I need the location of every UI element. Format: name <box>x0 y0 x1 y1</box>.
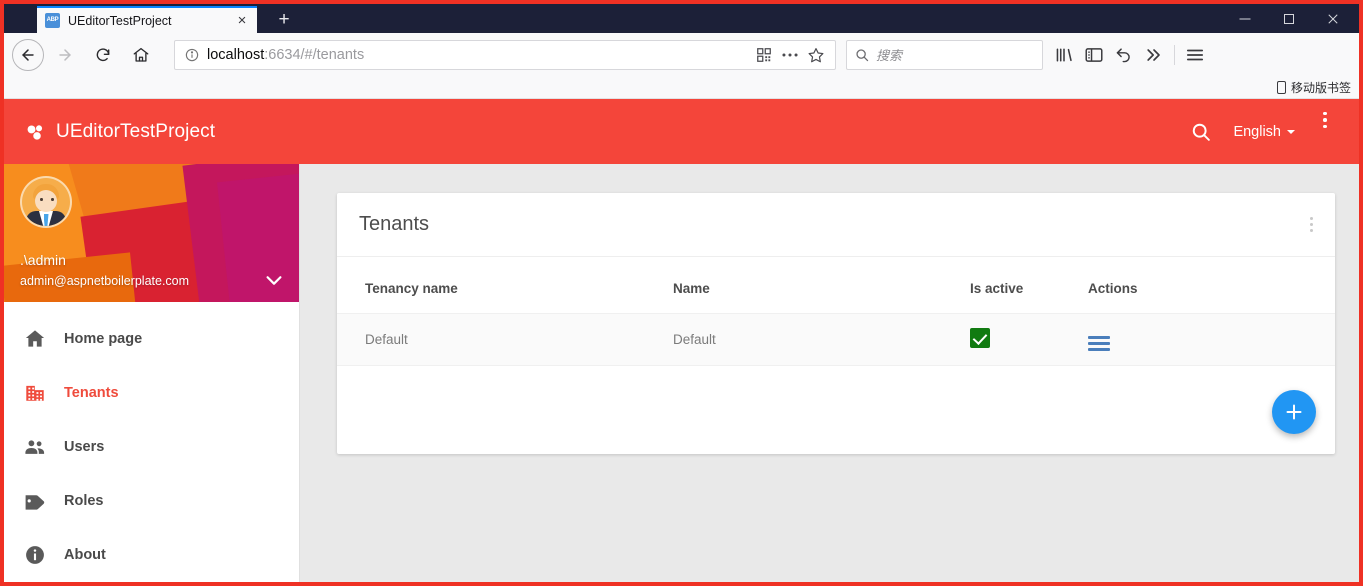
sidebar-menu: Home page Tenants Users Roles About <box>4 302 299 582</box>
undo-icon[interactable] <box>1109 40 1139 70</box>
language-selector[interactable]: English <box>1233 124 1295 140</box>
sidebar-item-label: Users <box>64 439 105 455</box>
sidebar-item-label: Roles <box>64 493 104 509</box>
add-tenant-button[interactable] <box>1272 389 1316 434</box>
browser-toolbar-end <box>1049 40 1210 70</box>
url-text[interactable]: localhost:6634/#/tenants <box>207 47 751 63</box>
sidebar-item-tenants[interactable]: Tenants <box>4 366 299 420</box>
profile-expand-button[interactable] <box>263 269 285 291</box>
back-button[interactable] <box>12 38 44 71</box>
browser-tab-title: UEditorTestProject <box>68 13 172 28</box>
page-actions-icon[interactable] <box>777 42 803 68</box>
sidebar-item-roles[interactable]: Roles <box>4 474 299 528</box>
info-icon <box>22 542 48 568</box>
overflow-chevrons-icon[interactable] <box>1139 40 1169 70</box>
minimize-button[interactable] <box>1223 4 1267 33</box>
qr-code-icon[interactable] <box>751 42 777 68</box>
window-controls <box>1223 4 1355 33</box>
sidebar-profile[interactable]: .\admin admin@aspnetboilerplate.com <box>4 164 299 302</box>
bookmark-star-icon[interactable] <box>803 42 829 68</box>
profile-bg-shape <box>217 166 299 302</box>
maximize-button[interactable] <box>1267 4 1311 33</box>
library-icon[interactable] <box>1049 40 1079 70</box>
browser-navbar: localhost:6634/#/tenants 搜索 <box>4 33 1359 76</box>
new-tab-button[interactable]: + <box>272 9 296 31</box>
browser-tab[interactable]: ABP UEditorTestProject × <box>37 6 257 33</box>
sidebar-item-home-page[interactable]: Home page <box>4 312 299 366</box>
sidebar-item-about[interactable]: About <box>4 528 299 582</box>
table-header-row: Tenancy name Name Is active Actions <box>337 257 1335 313</box>
cell-actions <box>1088 312 1335 366</box>
app-header-actions: English <box>1181 111 1345 152</box>
home-button[interactable] <box>124 38 158 72</box>
sidebar-item-label: Home page <box>64 331 143 347</box>
column-header-name[interactable]: Name <box>673 257 970 313</box>
sidebar-item-label: Tenants <box>64 385 119 401</box>
brand[interactable]: UEditorTestProject <box>24 121 215 143</box>
browser-titlebar: ABP UEditorTestProject × + <box>4 4 1359 33</box>
profile-username: .\admin <box>20 252 66 268</box>
search-input[interactable]: 搜索 <box>876 45 902 64</box>
sidebar-item-label: About <box>64 547 106 563</box>
card-footer <box>337 366 1335 454</box>
brand-label: UEditorTestProject <box>56 120 216 142</box>
header-search-icon[interactable] <box>1181 112 1221 152</box>
cell-tenancy-name: Default <box>337 312 673 366</box>
people-icon <box>22 434 48 460</box>
close-window-button[interactable] <box>1311 4 1355 33</box>
bubble-chart-logo-icon <box>27 124 43 140</box>
site-info-icon[interactable] <box>181 44 203 66</box>
card-header: Tenants <box>337 193 1335 257</box>
url-bar[interactable]: localhost:6634/#/tenants <box>174 39 836 70</box>
search-icon <box>856 48 869 61</box>
header-overflow-menu[interactable] <box>1305 111 1345 152</box>
business-icon <box>22 380 48 406</box>
hamburger-menu-icon[interactable] <box>1180 40 1210 70</box>
chevron-down-icon <box>266 276 282 285</box>
column-header-is-active[interactable]: Is active <box>970 257 1088 313</box>
page-title: Tenants <box>359 213 430 235</box>
cell-is-active <box>970 312 1088 366</box>
row-actions-menu-icon[interactable] <box>1088 336 1110 351</box>
language-label: English <box>1233 123 1281 140</box>
url-path: :6634/#/tenants <box>264 46 365 63</box>
more-vert-icon <box>1305 111 1345 128</box>
home-icon <box>22 326 48 352</box>
profile-email: admin@aspnetboilerplate.com <box>20 274 190 288</box>
reload-button[interactable] <box>86 38 120 72</box>
close-tab-icon[interactable]: × <box>233 12 251 30</box>
column-header-tenancy-name[interactable]: Tenancy name <box>337 257 673 313</box>
toolbar-divider <box>1174 44 1175 65</box>
card-overflow-menu-icon[interactable] <box>1309 216 1313 233</box>
tenants-table: Tenancy name Name Is active Actions Defa… <box>337 257 1335 366</box>
table-row[interactable]: Default Default <box>337 312 1335 366</box>
mobile-phone-icon <box>1276 80 1286 94</box>
main-content: Tenants Tenancy name Name Is active Acti… <box>300 164 1359 582</box>
tenants-card: Tenants Tenancy name Name Is active Acti… <box>337 193 1335 454</box>
avatar[interactable] <box>20 176 72 228</box>
check-box-checked-icon <box>970 327 990 348</box>
sidebar-item-users[interactable]: Users <box>4 420 299 474</box>
search-bar[interactable]: 搜索 <box>846 39 1043 70</box>
bookmark-item-mobile[interactable]: 移动版书签 <box>1276 79 1351 96</box>
url-host: localhost <box>207 46 265 63</box>
sidebar-toggle-icon[interactable] <box>1079 40 1109 70</box>
table-head: Tenancy name Name Is active Actions <box>337 257 1335 313</box>
chevron-down-icon <box>1287 129 1295 134</box>
cell-name: Default <box>673 312 970 366</box>
table-body: Default Default <box>337 312 1335 366</box>
column-header-actions[interactable]: Actions <box>1088 257 1335 313</box>
forward-button[interactable] <box>48 38 82 72</box>
sidebar: .\admin admin@aspnetboilerplate.com Home… <box>4 164 300 582</box>
tag-icon <box>22 488 48 514</box>
bookmark-item-label: 移动版书签 <box>1290 80 1351 95</box>
app-header: UEditorTestProject English <box>4 99 1359 164</box>
bookmarks-bar: 移动版书签 <box>4 76 1359 99</box>
browser-window: ABP UEditorTestProject × + localhost:663… <box>0 0 1363 586</box>
abp-favicon: ABP <box>45 13 60 28</box>
